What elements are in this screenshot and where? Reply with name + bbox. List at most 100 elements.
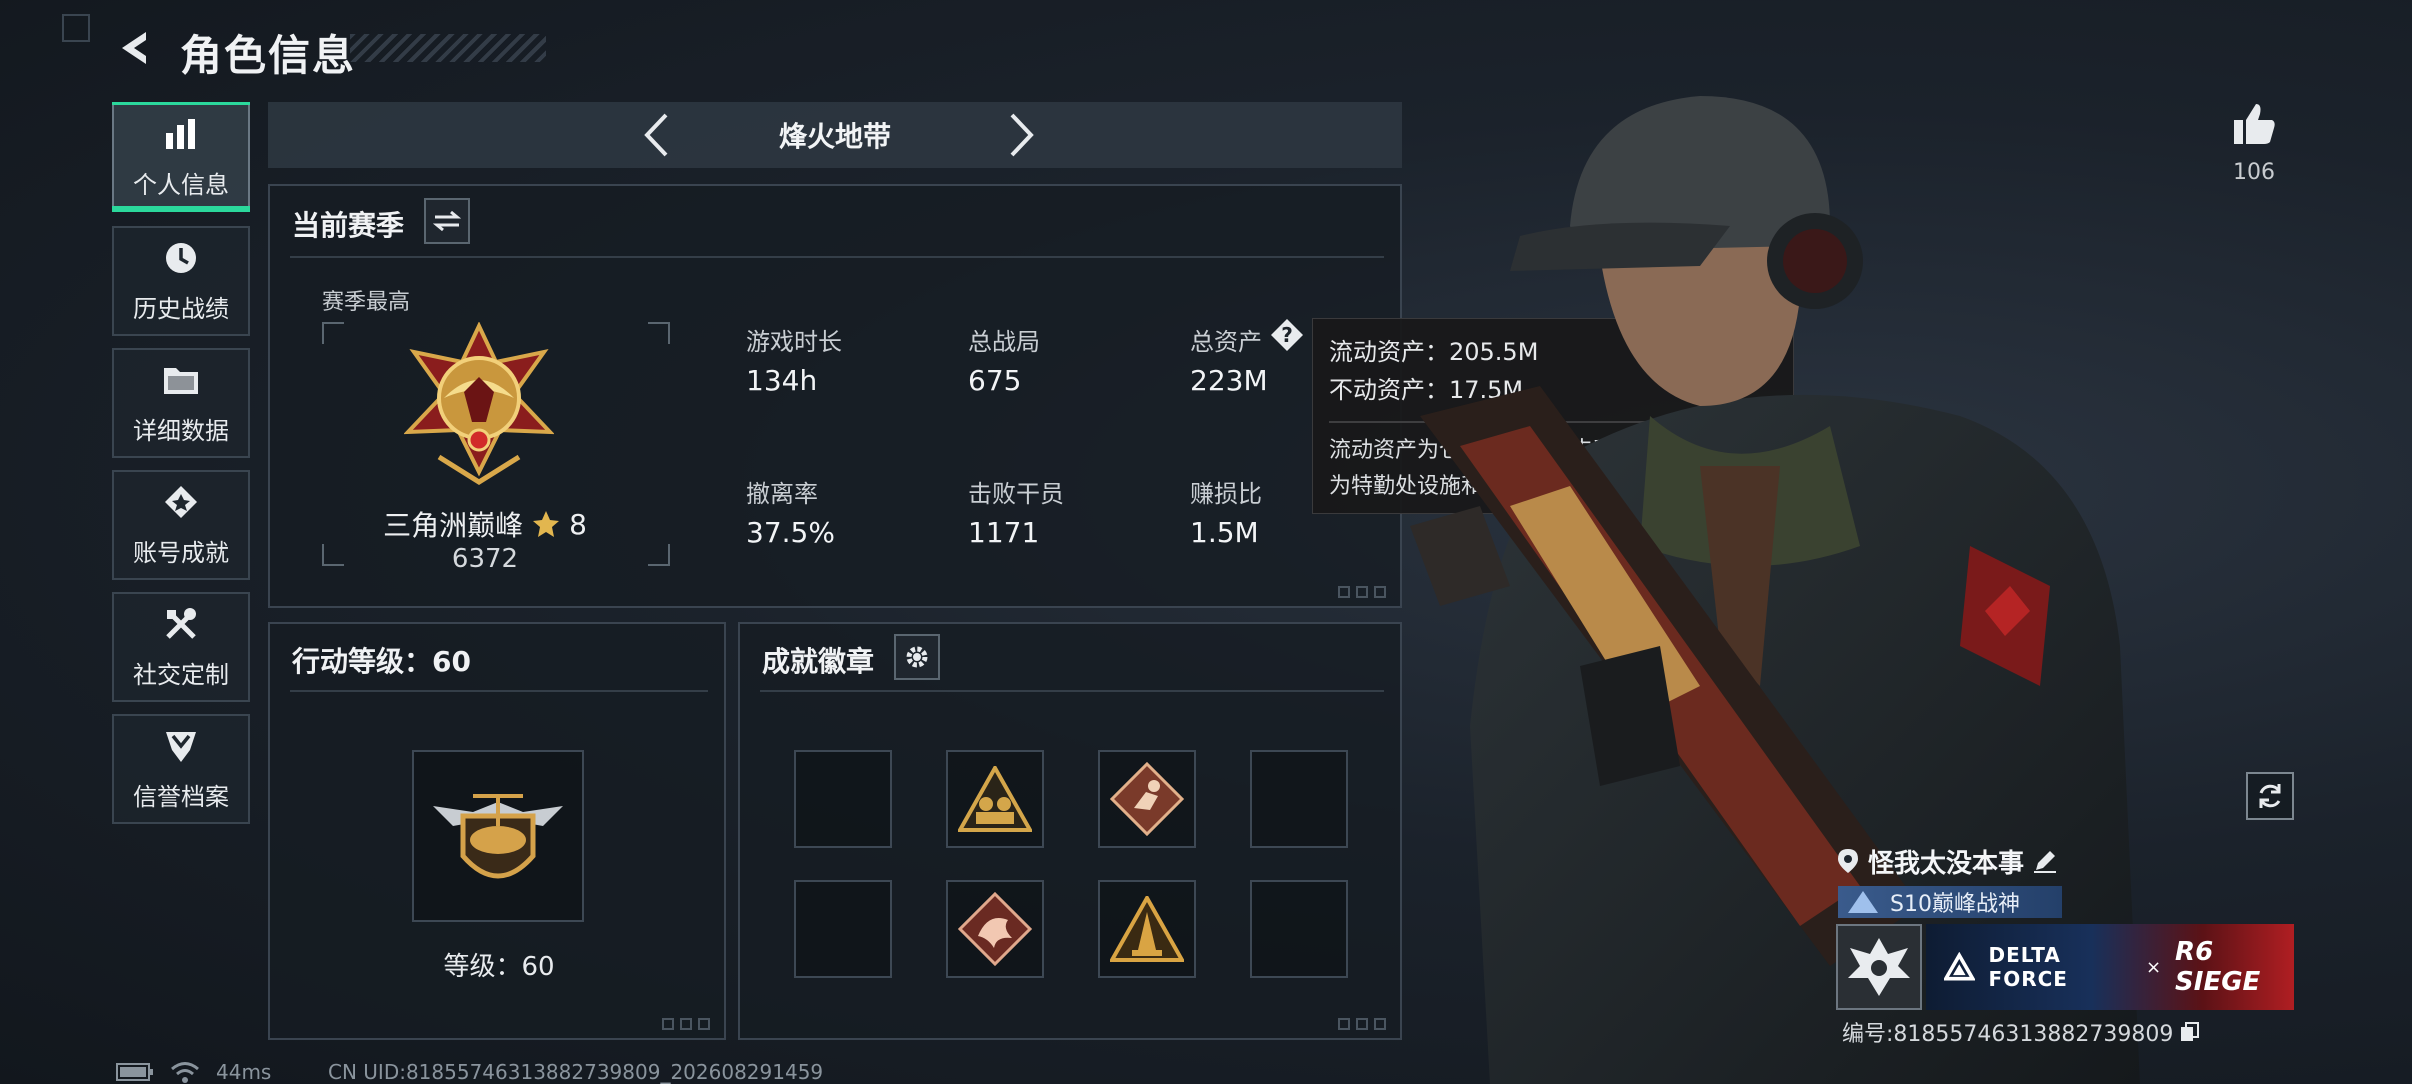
badge-slot[interactable] xyxy=(946,880,1044,978)
player-name: 怪我太没本事 xyxy=(1868,848,2025,879)
stat-value: 1.5M xyxy=(1190,516,1259,549)
stat-value: 37.5% xyxy=(746,516,835,549)
helicopter-emblem-icon xyxy=(433,794,563,879)
stat-value: 1171 xyxy=(968,516,1040,549)
bar-chart-icon xyxy=(161,115,201,153)
like-button[interactable] xyxy=(2230,100,2278,148)
wifi-icon xyxy=(171,1062,199,1083)
rotate-character-button[interactable] xyxy=(2246,772,2294,820)
player-id: 编号:8185574631388273980​9 xyxy=(1842,1022,2174,1047)
question-icon: ? xyxy=(1271,319,1303,351)
tools-icon xyxy=(161,605,201,643)
player-id-row: 编号:8185574631388273980​9 xyxy=(1842,1016,2201,1048)
stat-label: 总战局 xyxy=(968,328,1040,356)
next-map-button[interactable] xyxy=(996,110,1046,160)
switch-season-button[interactable] xyxy=(424,198,470,244)
chevron-right-icon xyxy=(1010,113,1034,157)
season-title: 当前赛季 xyxy=(292,209,405,242)
chevron-left-icon xyxy=(644,113,668,157)
banner-brand: DELTA FORCE xyxy=(1988,943,2068,991)
badge-slot-empty[interactable] xyxy=(794,750,892,848)
stat-value: 675 xyxy=(968,364,1022,397)
title-emblem-icon xyxy=(1848,891,1878,913)
runner-badge-icon xyxy=(1110,762,1184,836)
banner-collab: R6 SIEGE xyxy=(2175,937,2261,997)
asset-help-button[interactable]: ? xyxy=(1270,318,1304,352)
nav-item-achievements[interactable]: 账号成就 xyxy=(112,470,250,580)
nav-label: 社交定制 xyxy=(133,660,229,689)
nav-item-detailed-data[interactable]: 详细数据 xyxy=(112,348,250,458)
location-pin-icon xyxy=(1838,849,1858,873)
battery-icon xyxy=(116,1063,153,1081)
rank-stars: 8 xyxy=(569,507,587,541)
delta-force-logo-icon xyxy=(1944,952,1975,981)
rank-points: 6372 xyxy=(451,544,519,574)
prev-map-button[interactable] xyxy=(632,110,682,160)
panel-corner-dots xyxy=(662,1018,722,1030)
badges-title: 成就徽章 xyxy=(762,645,875,678)
nav-label: 个人信息 xyxy=(133,170,229,199)
frame-corner xyxy=(322,322,344,344)
folder-icon xyxy=(161,361,201,399)
like-count: 106 xyxy=(2233,160,2275,185)
rank-name: 三角洲巅峰 xyxy=(383,509,524,542)
player-title-tag[interactable]: S10巅峰战神 xyxy=(1838,886,2062,918)
title-decoration xyxy=(350,34,546,62)
copy-icon[interactable] xyxy=(2179,1021,2201,1043)
stat-label: 总资产 xyxy=(1190,328,1262,356)
nav-item-reputation[interactable]: 信誉档案 xyxy=(112,714,250,824)
ping-value: 44ms xyxy=(216,1060,272,1084)
nav-item-social-custom[interactable]: 社交定制 xyxy=(112,592,250,702)
player-title-text: S10巅峰战神 xyxy=(1890,892,2020,917)
eagle-avatar-icon xyxy=(1848,938,1910,996)
page-title: 角色信息 xyxy=(180,31,357,80)
action-level-title: 行动等级：60 xyxy=(292,645,471,678)
stat-label: 赚损比 xyxy=(1190,480,1262,508)
stat-label: 游戏时长 xyxy=(746,328,842,356)
history-clock-icon xyxy=(161,239,201,277)
stat-value: 134h xyxy=(746,364,818,397)
refresh-icon xyxy=(2259,784,2281,808)
badge-slot[interactable] xyxy=(1098,750,1196,848)
back-button[interactable] xyxy=(112,24,160,72)
nav-item-history[interactable]: 历史战绩 xyxy=(112,226,250,336)
stat-label: 撤离率 xyxy=(746,480,818,508)
nav-item-personal-info[interactable]: 个人信息 xyxy=(112,102,250,212)
badge-slot[interactable] xyxy=(946,750,1044,848)
divider xyxy=(290,690,708,692)
season-panel: 当前赛季 赛季最高 三角洲巅峰 8 6372 游戏时长 134h 总战局 675… xyxy=(268,184,1402,608)
gear-icon xyxy=(906,646,928,668)
svg-text:?: ? xyxy=(1281,323,1293,347)
stat-value: 223M xyxy=(1190,364,1268,397)
back-arrow-icon xyxy=(122,32,146,64)
banner-separator: × xyxy=(2145,956,2162,978)
player-name-row: 怪我太没本事 xyxy=(1836,844,2058,879)
rank-name-row: 三角洲巅峰 8 xyxy=(270,504,700,544)
action-level-panel: 行动等级：60 等级：60 xyxy=(268,622,726,1040)
edit-name-icon[interactable] xyxy=(2032,848,2058,874)
panel-corner-dots xyxy=(1338,1018,1398,1030)
status-bar: 44ms xyxy=(116,1060,271,1084)
star-icon xyxy=(533,511,560,537)
stat-label: 击败干员 xyxy=(968,480,1064,508)
nav-label: 历史战绩 xyxy=(133,294,229,323)
thumbs-up-icon xyxy=(2234,104,2275,144)
badge-slot-empty[interactable] xyxy=(1250,880,1348,978)
badges-panel: 成就徽章 xyxy=(738,622,1402,1040)
tower-badge-icon xyxy=(1110,896,1184,962)
level-text: 等级：60 xyxy=(443,952,555,982)
nav-label: 账号成就 xyxy=(133,538,229,567)
nav-label: 信誉档案 xyxy=(133,782,229,811)
player-avatar[interactable] xyxy=(1836,924,1922,1010)
dragon-badge-icon xyxy=(958,892,1032,966)
badge-slot-empty[interactable] xyxy=(1250,750,1348,848)
badge-slot-empty[interactable] xyxy=(794,880,892,978)
achievement-icon xyxy=(161,483,201,521)
rank-emblem xyxy=(404,322,554,485)
divider xyxy=(760,690,1384,692)
level-emblem-frame xyxy=(412,750,584,922)
badge-settings-button[interactable] xyxy=(894,634,940,680)
swap-icon xyxy=(433,210,461,232)
badge-slot[interactable] xyxy=(1098,880,1196,978)
player-banner[interactable]: DELTA FORCE × R6 SIEGE xyxy=(1926,924,2294,1010)
